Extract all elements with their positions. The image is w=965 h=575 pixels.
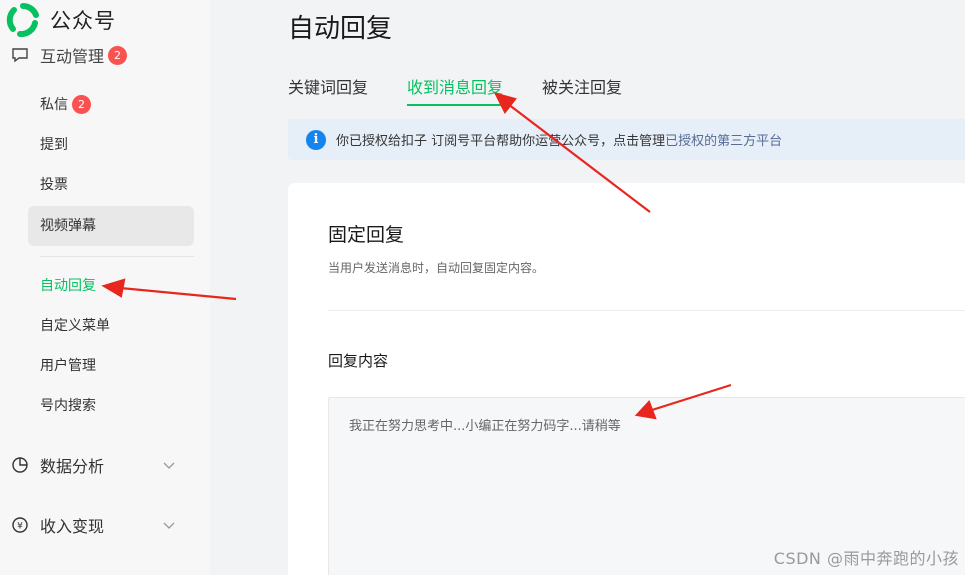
- info-icon: i: [306, 129, 326, 150]
- sidebar-item-in-account-search[interactable]: 号内搜索: [28, 386, 194, 426]
- sidebar-item-auto-reply[interactable]: 自动回复: [28, 266, 194, 306]
- sidebar-item-user-management[interactable]: 用户管理: [28, 346, 194, 386]
- page-title: 自动回复: [288, 14, 393, 44]
- sidebar-item-label: 自动回复: [40, 278, 96, 294]
- fixed-reply-card: 固定回复 当用户发送消息时，自动回复固定内容。 回复内容 我正在努力思考中...…: [288, 183, 965, 575]
- sidebar-group-label: 互动管理: [40, 47, 105, 66]
- reply-type-tabs: 关键词回复 收到消息回复 被关注回复: [288, 74, 661, 106]
- sidebar-item-label: 私信: [40, 97, 68, 113]
- wechat-logo-icon: [6, 3, 39, 37]
- sidebar-divider: [40, 256, 194, 257]
- watermark: CSDN @雨中奔跑的小孩: [773, 549, 959, 568]
- sidebar-item-label: 投票: [40, 177, 68, 193]
- sidebar-group-monetization[interactable]: ¥ 收入变现: [10, 513, 175, 537]
- sidebar-item-label: 用户管理: [40, 358, 96, 374]
- app-name: 公众号: [50, 9, 116, 33]
- sidebar-item-label: 提到: [40, 137, 68, 153]
- authorization-notice: i 你已授权给扣子 订阅号平台帮助你运营公众号，点击管理 已授权的第三方平台: [288, 119, 965, 160]
- sidebar-item-votes[interactable]: 投票: [28, 165, 194, 205]
- yen-icon: ¥: [10, 515, 30, 535]
- sidebar-item-label: 视频弹幕: [40, 218, 96, 234]
- reply-content-label: 回复内容: [328, 352, 389, 370]
- section-description: 当用户发送消息时，自动回复固定内容。: [328, 261, 545, 275]
- tab-keyword-reply[interactable]: 关键词回复: [288, 74, 368, 106]
- chat-bubble-icon: [10, 45, 30, 65]
- sidebar-group-interaction[interactable]: 互动管理 2: [10, 43, 128, 67]
- sidebar-item-label: 自定义菜单: [40, 318, 110, 334]
- third-party-platform-link[interactable]: 已授权的第三方平台: [665, 130, 782, 149]
- tab-message-reply[interactable]: 收到消息回复: [407, 74, 504, 106]
- messages-badge: 2: [72, 95, 91, 114]
- sidebar-item-custom-menu[interactable]: 自定义菜单: [28, 306, 194, 346]
- chevron-down-icon[interactable]: [162, 518, 176, 532]
- pie-chart-icon: [10, 455, 30, 475]
- chevron-down-icon[interactable]: [162, 458, 176, 472]
- sidebar: 互动管理 2 公众号 私信 2 提到 投票 视频弹幕 自动回复 自定义菜单 用户管…: [0, 0, 210, 575]
- tab-follow-reply[interactable]: 被关注回复: [542, 74, 622, 106]
- unread-badge: 2: [108, 45, 128, 65]
- sidebar-item-messages[interactable]: 私信 2: [28, 85, 194, 125]
- app-logo[interactable]: 公众号: [6, 2, 210, 38]
- notice-text: 你已授权给扣子 订阅号平台帮助你运营公众号，点击管理: [336, 134, 666, 149]
- section-divider: [328, 310, 965, 311]
- sidebar-group-label: 收入变现: [40, 517, 105, 536]
- sidebar-item-label: 号内搜索: [40, 398, 96, 414]
- sidebar-group-data-analysis[interactable]: 数据分析: [10, 453, 175, 477]
- section-title: 固定回复: [328, 224, 405, 246]
- sidebar-item-mentions[interactable]: 提到: [28, 125, 194, 165]
- sidebar-item-video-danmaku[interactable]: 视频弹幕: [28, 206, 194, 246]
- sidebar-group-label: 数据分析: [40, 457, 105, 476]
- svg-text:¥: ¥: [17, 522, 23, 532]
